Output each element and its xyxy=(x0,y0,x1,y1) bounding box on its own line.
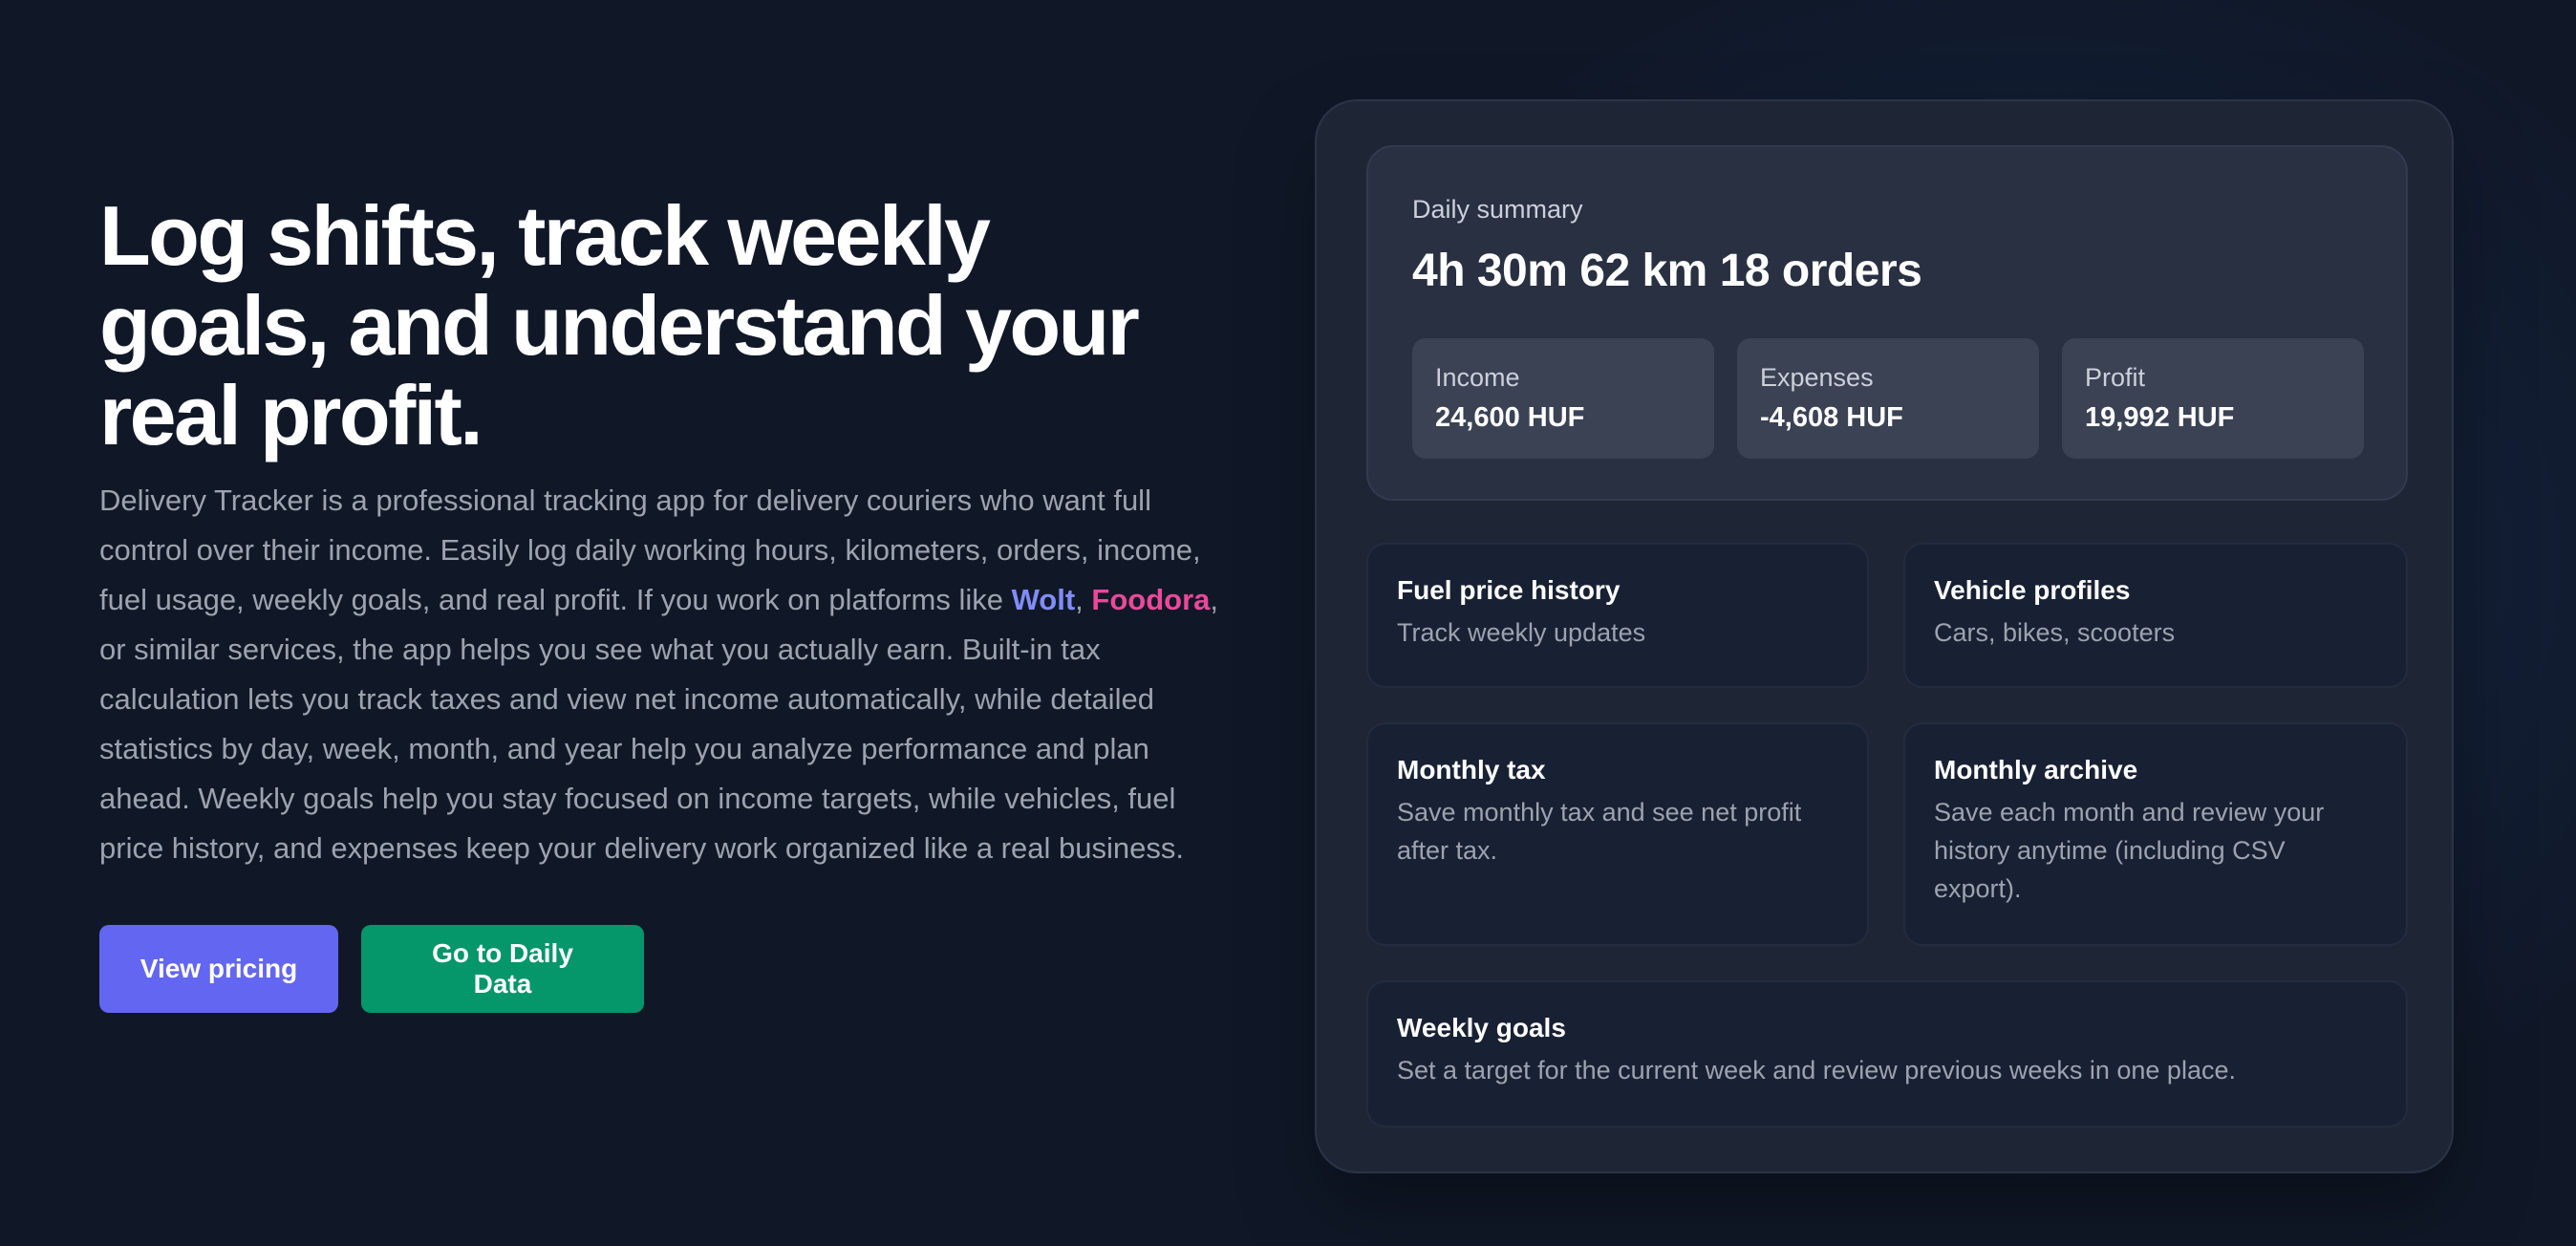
feature-card-weekly-goals: Weekly goals Set a target for the curren… xyxy=(1366,980,2408,1128)
summary-stats: Income 24,600 HUF Expenses -4,608 HUF Pr… xyxy=(1412,338,2364,459)
expenses-stat: Expenses -4,608 HUF xyxy=(1737,338,2039,459)
daily-summary-card: Daily summary 4h 30m 62 km 18 orders Inc… xyxy=(1366,145,2408,501)
feature-card-vehicle-profiles: Vehicle profiles Cars, bikes, scooters xyxy=(1903,543,2408,688)
profit-stat: Profit 19,992 HUF xyxy=(2062,338,2364,459)
stat-label: Income xyxy=(1435,363,1520,392)
daily-summary-label: Daily summary xyxy=(1412,195,1583,224)
feature-title: Monthly tax xyxy=(1397,755,1546,784)
stat-value: 24,600 HUF xyxy=(1435,402,1585,433)
feature-text: Cars, bikes, scooters xyxy=(1934,618,2176,647)
wolt-brand-name: Wolt xyxy=(1011,583,1076,616)
feature-text: Save each month and review your history … xyxy=(1934,798,2325,903)
feature-text: Save monthly tax and see net profit afte… xyxy=(1397,798,1802,865)
view-pricing-button[interactable]: View pricing xyxy=(99,925,338,1013)
stat-value: 19,992 HUF xyxy=(2085,402,2235,433)
feature-card-monthly-archive: Monthly archive Save each month and revi… xyxy=(1903,722,2408,946)
feature-title: Weekly goals xyxy=(1397,1013,1566,1042)
feature-title: Monthly archive xyxy=(1934,755,2138,784)
hero-headline: Log shifts, track weekly goals, and unde… xyxy=(99,188,1140,462)
feature-title: Vehicle profiles xyxy=(1934,575,2131,605)
app-preview-panel: Daily summary 4h 30m 62 km 18 orders Inc… xyxy=(1315,99,2454,1173)
feature-title: Fuel price history xyxy=(1397,575,1621,605)
hero-actions: View pricing Go to Daily Data xyxy=(99,925,1227,1013)
description-separator: , xyxy=(1075,583,1092,616)
go-to-daily-data-button[interactable]: Go to Daily Data xyxy=(361,925,644,1013)
feature-text: Track weekly updates xyxy=(1397,618,1646,647)
stat-label: Profit xyxy=(2085,363,2146,392)
daily-summary-value: 4h 30m 62 km 18 orders xyxy=(1412,246,1922,296)
feature-text: Set a target for the current week and re… xyxy=(1397,1056,2236,1085)
stat-label: Expenses xyxy=(1760,363,1874,392)
feature-card-monthly-tax: Monthly tax Save monthly tax and see net… xyxy=(1366,722,1869,946)
income-stat: Income 24,600 HUF xyxy=(1412,338,1714,459)
hero-section: Log shifts, track weekly goals, and unde… xyxy=(99,191,1227,1013)
stat-value: -4,608 HUF xyxy=(1760,402,1903,433)
foodora-brand-name: Foodora xyxy=(1091,583,1211,616)
description-text-2: , or similar services, the app helps you… xyxy=(99,583,1219,865)
feature-card-fuel-price-history: Fuel price history Track weekly updates xyxy=(1366,543,1869,688)
hero-description: Delivery Tracker is a professional track… xyxy=(99,476,1227,873)
